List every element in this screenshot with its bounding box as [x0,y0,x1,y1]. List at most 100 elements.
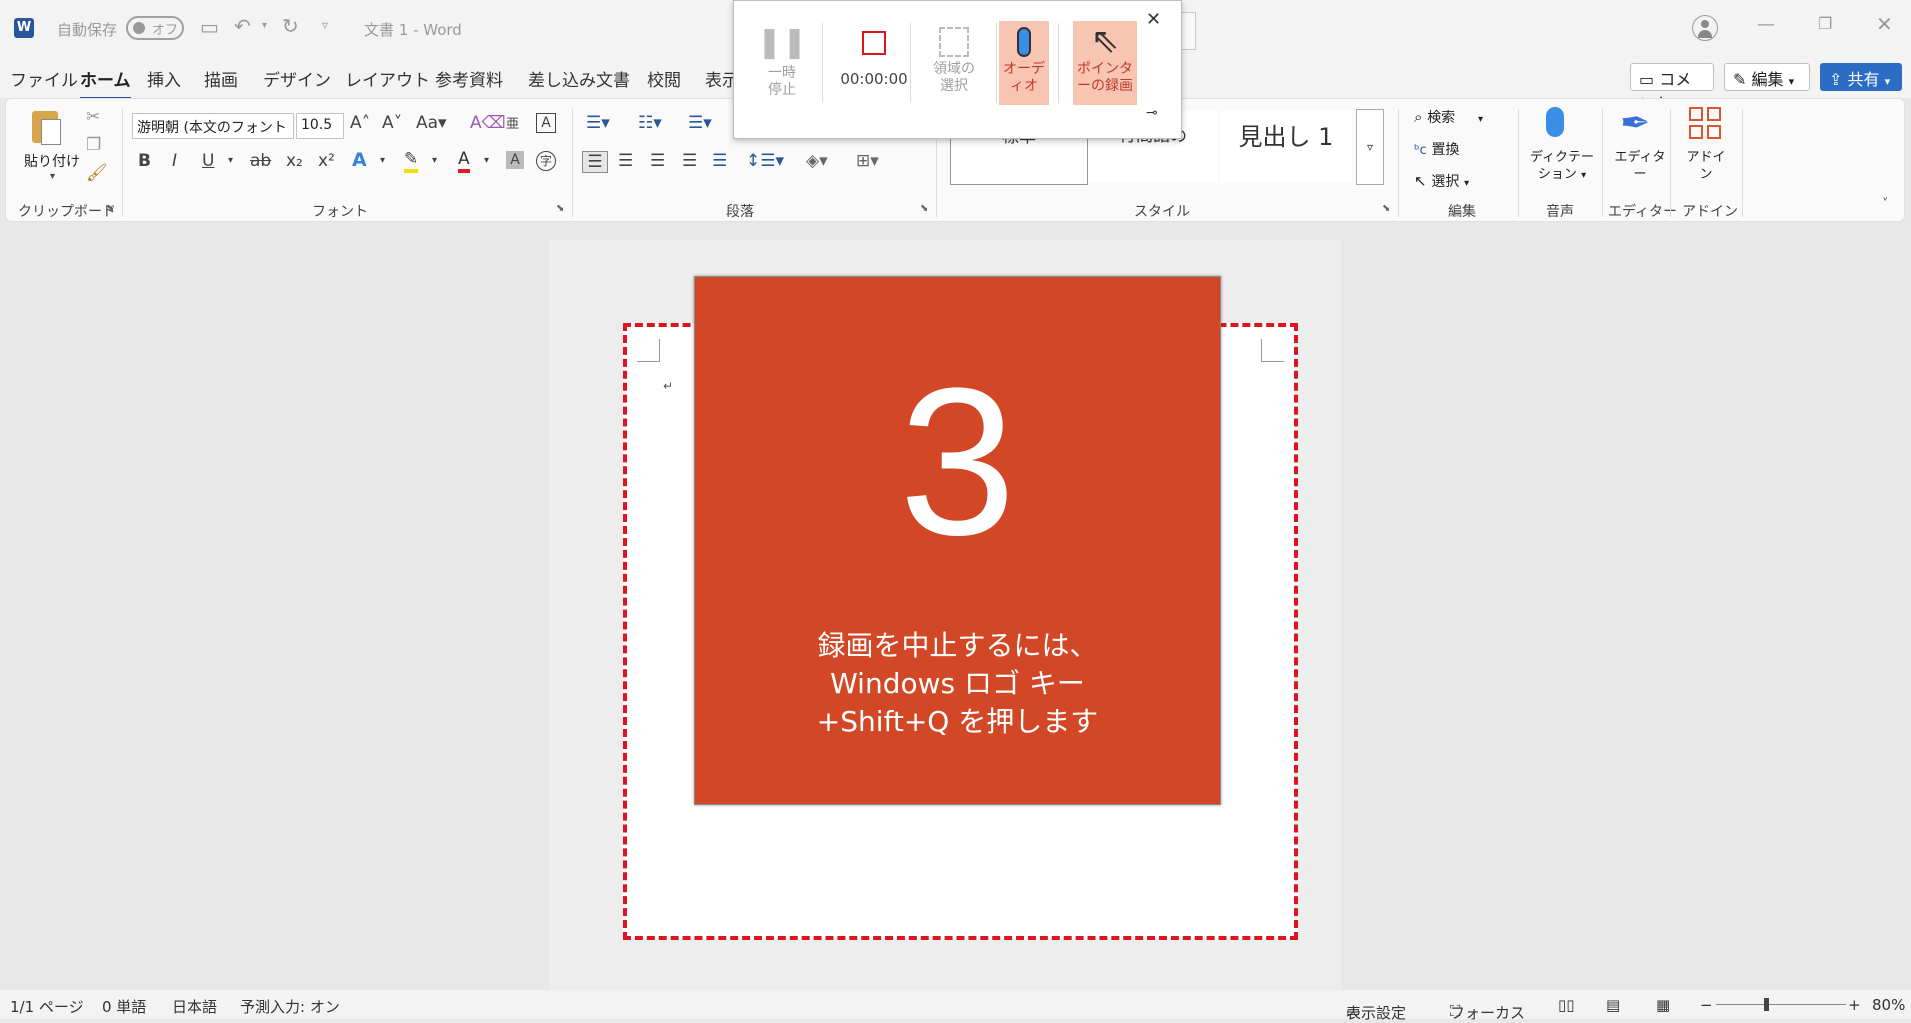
minimize-icon[interactable]: — [1757,14,1775,35]
dictate-button[interactable]: ディクテーション ▾ [1528,149,1596,184]
close-window-icon[interactable]: ✕ [1876,12,1893,36]
restore-icon[interactable]: ❐ [1818,14,1832,33]
edit-mode-button[interactable]: ✎ 編集 ▾ [1724,63,1810,91]
character-border-icon[interactable]: A [536,113,556,133]
dialog-launcher-icon[interactable]: ⬊ [1382,203,1390,214]
print-layout-icon[interactable]: ▤ [1606,996,1620,1014]
redo-icon[interactable]: ↻ [282,14,299,38]
subscript-icon[interactable]: x₂ [286,151,303,171]
text-prediction-status[interactable]: 予測入力: オン [240,996,340,1017]
shading-icon[interactable]: ◈▾ [806,151,828,171]
justify-icon[interactable]: ☰ [682,151,697,171]
underline-dropdown-icon[interactable]: ▾ [228,155,233,166]
comment-button[interactable]: ▭ コメント [1630,63,1714,113]
dialog-launcher-icon[interactable]: ⬊ [920,203,928,214]
undo-dropdown-icon[interactable]: ▾ [262,20,267,31]
line-spacing-icon[interactable]: ↕☰▾ [746,151,784,171]
tab-design[interactable]: デザイン [263,66,331,91]
collapse-ribbon-icon[interactable]: ˅ [1882,197,1889,212]
align-center-icon[interactable]: ☰ [618,151,633,171]
copy-icon[interactable]: ❐ [86,135,101,155]
character-shading-icon[interactable]: A [506,151,524,169]
replace-icon: ᵇc [1414,143,1427,158]
font-color-dropdown-icon[interactable]: ▾ [484,155,489,166]
save-icon[interactable]: ▭ [200,15,219,39]
paste-label[interactable]: 貼り付け [24,151,80,171]
change-case-icon[interactable]: Aa▾ [416,113,447,133]
format-painter-icon[interactable]: 🖌 [86,163,108,183]
audio-toggle-button[interactable]: オーディオ [999,21,1049,105]
highlight-dropdown-icon[interactable]: ▾ [432,155,437,166]
multilevel-list-icon[interactable]: ☰▾ [688,113,712,133]
addins-button[interactable]: アドイン [1682,149,1730,183]
autosave-toggle[interactable]: オフ [126,16,184,40]
grow-font-icon[interactable]: A˄ [350,113,370,133]
record-pointer-button[interactable]: ⇖ ポインターの録画 [1073,21,1137,105]
enclose-characters-icon[interactable]: 字 [536,151,556,171]
align-right-icon[interactable]: ☰ [650,151,665,171]
tab-draw[interactable]: 描画 [204,66,238,91]
text-effects-dropdown-icon[interactable]: ▾ [380,155,385,166]
clear-formatting-icon[interactable]: A⌫ [470,113,506,133]
font-color-icon[interactable]: A [458,149,470,173]
share-button[interactable]: ⇪ 共有 ▾ [1820,63,1902,91]
read-mode-icon[interactable]: ▯▯ [1558,996,1575,1014]
customize-qat-icon[interactable]: ▿ [322,18,328,32]
tab-review[interactable]: 校閲 [647,66,681,91]
tab-layout[interactable]: レイアウト [345,66,430,91]
editor-pen-icon[interactable]: ✒ [1620,103,1650,144]
page-count[interactable]: 1/1 ページ [10,996,84,1017]
editor-button[interactable]: エディター [1614,149,1666,183]
zoom-in-icon[interactable]: + [1848,996,1861,1014]
zoom-slider-track[interactable] [1716,998,1846,1011]
tab-insert[interactable]: 挿入 [147,66,181,91]
font-name-combo[interactable]: 游明朝 (本文のフォント [132,113,294,139]
pause-button[interactable]: ❚❚ 一時停止 [746,21,818,105]
styles-gallery-more-button[interactable]: ▿ [1356,109,1384,185]
tab-mailings[interactable]: 差し込み文書 [528,66,630,91]
undo-icon[interactable]: ↶ [234,14,251,38]
bullets-icon[interactable]: ☰▾ [586,113,610,133]
shrink-font-icon[interactable]: A˅ [382,113,402,133]
italic-icon[interactable]: I [172,151,177,171]
borders-icon[interactable]: ⊞▾ [856,151,879,171]
zoom-out-icon[interactable]: − [1700,996,1713,1014]
paste-dropdown-icon[interactable]: ▾ [50,171,55,182]
find-button[interactable]: ⌕ 検索 ▾ [1414,107,1483,127]
text-effects-icon[interactable]: A [352,149,367,171]
bold-icon[interactable]: B [138,151,151,171]
tab-references[interactable]: 参考資料 [435,66,503,91]
paste-icon[interactable] [28,107,62,149]
account-head [1701,20,1709,28]
account-icon[interactable] [1692,15,1718,41]
style-heading-1[interactable]: 見出し 1 [1220,111,1352,183]
microphone-icon[interactable] [1546,107,1564,137]
select-button[interactable]: ↖ 選択 ▾ [1414,171,1469,191]
close-recorder-icon[interactable]: ✕ [1146,9,1161,30]
dialog-launcher-icon[interactable]: ⬊ [106,203,114,214]
tab-home[interactable]: ホーム [80,66,131,100]
superscript-icon[interactable]: x² [318,151,335,171]
phonetic-guide-icon[interactable]: 亜 [506,113,519,132]
numbering-icon[interactable]: ☷▾ [638,113,662,133]
strikethrough-icon[interactable]: ab [250,151,271,171]
underline-icon[interactable]: U [202,151,214,171]
pin-icon[interactable]: ⊸ [1146,105,1158,121]
word-count[interactable]: 0 単語 [102,996,146,1017]
stop-button[interactable]: 00:00:00 [830,21,918,105]
dialog-launcher-icon[interactable]: ⬊ [556,203,564,214]
distributed-icon[interactable]: ☰ [712,151,727,171]
tab-file[interactable]: ファイル [10,66,78,91]
zoom-level[interactable]: 80% [1872,996,1905,1014]
addins-grid-icon[interactable] [1689,107,1723,141]
font-size-combo[interactable]: 10.5 [296,113,344,139]
replace-button[interactable]: ᵇc 置換 [1414,139,1460,159]
language-indicator[interactable]: 日本語 [172,996,217,1017]
zoom-slider-thumb[interactable] [1764,998,1769,1011]
select-region-button[interactable]: 領域の選択 [918,21,990,105]
highlight-icon[interactable]: ✎ [404,149,419,173]
align-left-icon[interactable]: ☰ [582,151,608,173]
chevron-down-icon: ▾ [1464,178,1470,189]
cut-icon[interactable]: ✂ [86,107,100,127]
web-layout-icon[interactable]: ▦ [1656,996,1670,1014]
